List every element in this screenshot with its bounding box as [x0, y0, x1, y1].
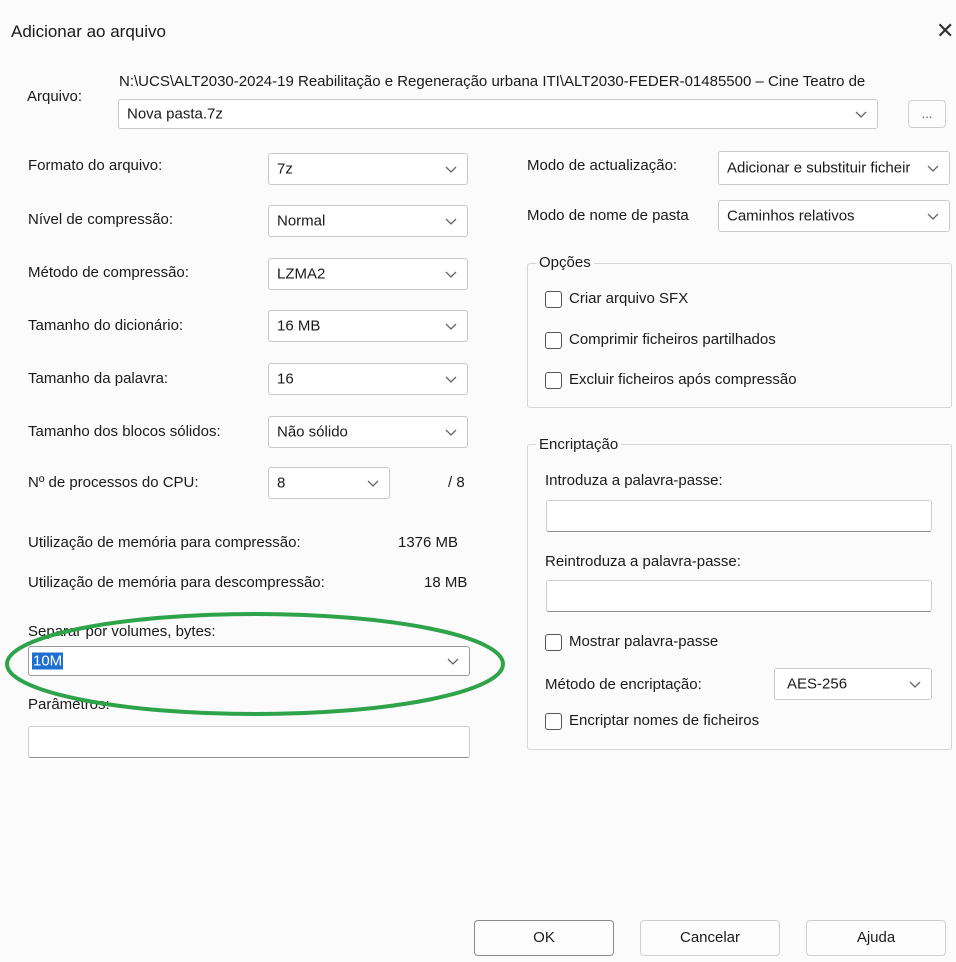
chevron-down-icon	[445, 271, 457, 278]
dialog-title: Adicionar ao arquivo	[11, 22, 166, 41]
browse-button[interactable]: ...	[908, 100, 946, 128]
shared-files-label: Comprimir ficheiros partilhados	[569, 331, 776, 348]
archive-label: Arquivo:	[27, 88, 83, 105]
encryption-title: Encriptação	[536, 436, 622, 453]
compression-method-value: LZMA2	[277, 265, 326, 283]
shared-files-checkbox[interactable]	[545, 332, 562, 349]
password-input[interactable]	[546, 500, 932, 532]
chevron-down-icon	[367, 480, 379, 487]
update-mode-combo[interactable]: Adicionar e substituir ficheir	[718, 151, 950, 185]
close-icon[interactable]: ✕	[936, 18, 954, 44]
show-password-checkbox[interactable]	[545, 634, 562, 651]
add-to-archive-dialog: Adicionar ao arquivo ✕ Arquivo: N:\UCS\A…	[0, 0, 956, 962]
annotation-ellipse	[5, 612, 505, 716]
mem-compress-label: Utilização de memória para compressão:	[28, 534, 301, 551]
chevron-down-icon	[445, 218, 457, 225]
chevron-down-icon	[445, 429, 457, 436]
encryption-method-combo[interactable]: AES-256	[774, 668, 932, 700]
archive-filename-combo[interactable]: Nova pasta.7z	[118, 99, 878, 129]
solid-block-combo[interactable]: Não sólido	[268, 416, 468, 448]
format-value: 7z	[277, 160, 293, 178]
encrypt-names-label: Encriptar nomes de ficheiros	[569, 712, 760, 729]
reenter-password-input[interactable]	[546, 580, 932, 612]
chevron-down-icon	[927, 165, 939, 172]
dictionary-size-combo[interactable]: 16 MB	[268, 310, 468, 342]
solid-block-value: Não sólido	[277, 423, 348, 441]
encryption-method-label: Método de encriptação:	[545, 676, 702, 693]
options-title: Opções	[536, 254, 594, 271]
cancel-button[interactable]: Cancelar	[640, 920, 780, 956]
format-combo[interactable]: 7z	[268, 153, 468, 185]
compression-level-label: Nível de compressão:	[28, 211, 174, 228]
chevron-down-icon	[445, 323, 457, 330]
mem-compress-value: 1376 MB	[398, 534, 459, 551]
word-size-combo[interactable]: 16	[268, 363, 468, 395]
chevron-down-icon	[445, 166, 457, 173]
cpu-threads-label: Nº de processos do CPU:	[28, 474, 199, 491]
compression-level-value: Normal	[277, 212, 326, 230]
dictionary-size-label: Tamanho do dicionário:	[28, 317, 184, 334]
format-label: Formato do arquivo:	[28, 157, 163, 174]
sfx-label: Criar arquivo SFX	[569, 290, 689, 307]
path-mode-value: Caminhos relativos	[727, 207, 855, 225]
delete-after-label: Excluir ficheiros após compressão	[569, 371, 797, 388]
encryption-method-value: AES-256	[787, 675, 848, 693]
archive-filename-value: Nova pasta.7z	[127, 105, 223, 123]
delete-after-checkbox[interactable]	[545, 372, 562, 389]
word-size-label: Tamanho da palavra:	[28, 370, 169, 387]
parameters-input[interactable]	[28, 726, 470, 758]
sfx-checkbox[interactable]	[545, 291, 562, 308]
reenter-password-label: Reintroduza a palavra-passe:	[545, 553, 741, 570]
cpu-threads-max: / 8	[448, 474, 465, 491]
compression-method-combo[interactable]: LZMA2	[268, 258, 468, 290]
show-password-label: Mostrar palavra-passe	[569, 633, 719, 650]
dictionary-size-value: 16 MB	[277, 317, 321, 335]
mem-decompress-value: 18 MB	[424, 574, 468, 591]
cpu-threads-value: 8	[277, 474, 286, 492]
chevron-down-icon	[927, 213, 939, 220]
chevron-down-icon	[445, 376, 457, 383]
path-mode-label: Modo de nome de pasta	[527, 207, 689, 224]
compression-method-label: Método de compressão:	[28, 264, 189, 281]
cpu-threads-combo[interactable]: 8	[268, 467, 390, 499]
update-mode-value: Adicionar e substituir ficheir	[727, 159, 911, 177]
compression-level-combo[interactable]: Normal	[268, 205, 468, 237]
password-label: Introduza a palavra-passe:	[545, 472, 723, 489]
path-mode-combo[interactable]: Caminhos relativos	[718, 200, 950, 232]
encrypt-names-checkbox[interactable]	[545, 713, 562, 730]
ok-button[interactable]: OK	[474, 920, 614, 956]
update-mode-label: Modo de actualização:	[527, 157, 678, 174]
chevron-down-icon	[855, 111, 867, 118]
archive-path: N:\UCS\ALT2030-2024-19 Reabilitação e Re…	[119, 73, 866, 90]
chevron-down-icon	[909, 681, 921, 688]
help-button[interactable]: Ajuda	[806, 920, 946, 956]
solid-block-label: Tamanho dos blocos sólidos:	[28, 423, 221, 440]
word-size-value: 16	[277, 370, 294, 388]
mem-decompress-label: Utilização de memória para descompressão…	[28, 574, 325, 591]
